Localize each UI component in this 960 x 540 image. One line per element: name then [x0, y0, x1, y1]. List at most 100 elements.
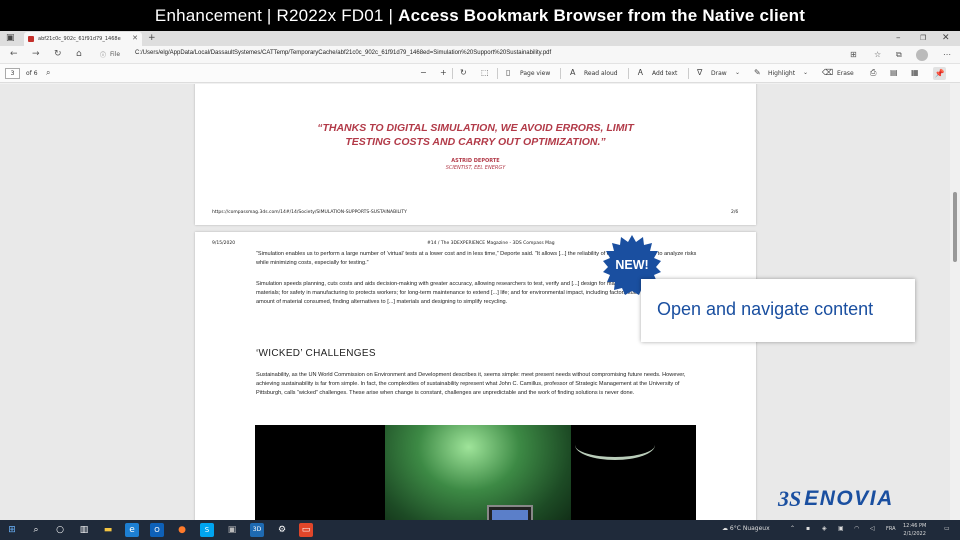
page-number-input[interactable]: 3	[5, 68, 20, 79]
page-footer-number: 2/6	[731, 210, 739, 215]
tab-title: abf21c0c_902c_61f91d79_1468e	[38, 36, 121, 42]
rotate-icon[interactable]: ↻	[460, 68, 467, 78]
maximize-icon[interactable]: ❐	[920, 33, 926, 44]
file-indicator[interactable]: ⓘ File	[100, 50, 120, 59]
quote-affiliation: SCIENTIST, EEL ENERGY	[445, 165, 506, 171]
pdf-file-icon	[28, 36, 34, 42]
title-banner: Enhancement | R2022x FD01 | Access Bookm…	[0, 0, 960, 31]
fit-page-icon[interactable]: ⬚	[481, 68, 489, 78]
erase-icon[interactable]: ⌫	[822, 68, 833, 78]
pdf-toolbar: 3 of 6 ⌕ − + ↻ ⬚ ▯ Page view A Read alou…	[0, 64, 960, 83]
tab-actions-icon[interactable]: ▣	[6, 33, 15, 44]
draw-chevron-down-icon[interactable]: ⌄	[735, 68, 740, 78]
quote-line: “THANKS TO DIGITAL SIMULATION, WE AVOID …	[317, 122, 634, 134]
highlight-button[interactable]: Highlight	[768, 70, 795, 77]
save-icon[interactable]: ▤	[890, 68, 898, 78]
page-header-title: #14 / The 3DEXPERIENCE Magazine - 3DS Co…	[427, 241, 555, 246]
language-indicator[interactable]: FRA	[886, 526, 896, 532]
notification-icon[interactable]: ▭	[944, 525, 950, 532]
erase-button[interactable]: Erase	[837, 70, 854, 77]
draw-button[interactable]: Draw	[711, 70, 727, 77]
embedded-video-image	[255, 425, 696, 520]
scrollbar-thumb[interactable]	[953, 192, 957, 262]
close-tab-icon[interactable]: ✕	[132, 34, 138, 42]
vertical-scrollbar[interactable]	[950, 84, 960, 520]
highlight-chevron-down-icon[interactable]: ⌄	[803, 68, 808, 78]
firefox-icon[interactable]: ●	[175, 523, 189, 537]
print-icon[interactable]: ⎙	[870, 68, 876, 78]
more-menu-icon[interactable]: ⋯	[943, 49, 951, 60]
pdf-page: “THANKS TO DIGITAL SIMULATION, WE AVOID …	[195, 84, 756, 225]
skype-icon[interactable]: S	[200, 523, 214, 537]
draw-icon[interactable]: ∇	[697, 68, 702, 78]
new-tab-icon[interactable]: +	[148, 33, 156, 44]
outlook-icon[interactable]: O	[150, 523, 164, 537]
address-bar: ← → ↻ ⌂ ⓘ File C:/Users/elg/AppData/Loca…	[0, 46, 960, 64]
highlight-icon[interactable]: ✎	[754, 68, 761, 78]
page-view-icon[interactable]: ▯	[506, 68, 510, 78]
body-paragraph: Sustainability, as the UN World Commissi…	[256, 372, 686, 397]
quote-author: ASTRID DEPORTE	[451, 158, 500, 164]
search-icon[interactable]: ⌕	[29, 523, 43, 537]
collections-icon[interactable]: ⧉	[896, 49, 902, 60]
quote-line: TESTING COSTS AND CARRY OUT OPTIMIZATION…	[345, 136, 606, 148]
browser-tab-strip: ▣ abf21c0c_902c_61f91d79_1468e ✕ + – ❐ ✕	[0, 31, 960, 46]
tray-app-icon[interactable]: ▪	[806, 525, 810, 532]
edge-icon[interactable]: e	[125, 523, 139, 537]
start-icon[interactable]: ⊞	[5, 523, 19, 537]
url-field[interactable]: C:/Users/elg/AppData/Local/DassaultSyste…	[135, 50, 551, 56]
favorite-star-icon[interactable]: ☆	[874, 49, 881, 60]
file-explorer-icon[interactable]: ▬	[101, 523, 115, 537]
tray-app-icon[interactable]: ◈	[822, 525, 827, 532]
logo-wordmark: ENOVIA	[804, 487, 894, 510]
enovia-logo: 3S ENOVIA	[778, 486, 894, 512]
tray-chevron-up-icon[interactable]: ⌃	[790, 525, 795, 532]
app-available-icon[interactable]: ⊞	[850, 49, 857, 60]
add-text-button[interactable]: Add text	[652, 70, 677, 77]
widgets-icon[interactable]: ▥	[77, 523, 91, 537]
save-as-icon[interactable]: ▦	[911, 68, 919, 78]
browser-tab[interactable]: abf21c0c_902c_61f91d79_1468e ✕	[24, 32, 142, 46]
volume-icon[interactable]: ◁	[870, 525, 875, 532]
settings-gear-icon[interactable]: ⚙	[275, 523, 289, 537]
weather-widget[interactable]: ☁ 6°C Nuageux	[722, 525, 770, 532]
page-footer-url[interactable]: https://compassmag.3ds.com/14#/14/Societ…	[212, 210, 407, 215]
home-icon[interactable]: ⌂	[76, 49, 82, 60]
add-text-icon[interactable]: Ꭺ	[638, 68, 643, 78]
catia-icon[interactable]: 3D	[250, 523, 264, 537]
app-icon[interactable]: ▣	[225, 523, 239, 537]
cloud-icon: ☁	[722, 525, 728, 532]
file-label: File	[110, 51, 121, 58]
zoom-in-icon[interactable]: +	[440, 68, 447, 78]
wifi-icon[interactable]: ◠	[854, 525, 859, 532]
divider	[688, 68, 689, 79]
clock[interactable]: 12:46 PM 2/1/2022	[903, 522, 926, 538]
divider	[628, 68, 629, 79]
feature-callout: Open and navigate content	[641, 279, 915, 342]
banner-prefix: Enhancement | R2022x FD01 |	[154, 5, 394, 25]
3ds-logo-icon: 3S	[778, 486, 802, 511]
windows-taskbar: ⊞ ⌕ ○ ▥ ▬ e O ● S ▣ 3D ⚙ ▭ ☁ 6°C Nuageux…	[0, 520, 960, 540]
pdf-page: 9/15/2020 #14 / The 3DEXPERIENCE Magazin…	[195, 232, 756, 520]
task-view-icon[interactable]: ○	[53, 523, 67, 537]
refresh-icon[interactable]: ↻	[54, 49, 62, 60]
divider	[560, 68, 561, 79]
divider	[452, 68, 453, 79]
app-red-icon[interactable]: ▭	[299, 523, 313, 537]
forward-icon[interactable]: →	[32, 49, 40, 60]
page-header-date: 9/15/2020	[212, 241, 236, 246]
find-icon[interactable]: ⌕	[46, 68, 50, 78]
pin-toolbar-icon[interactable]: 📌	[933, 67, 946, 80]
light-arc	[575, 430, 655, 460]
minimize-icon[interactable]: –	[896, 33, 901, 44]
clock-time: 12:46 PM	[903, 523, 927, 529]
read-aloud-icon[interactable]: A	[570, 68, 575, 78]
zoom-out-icon[interactable]: −	[420, 68, 427, 78]
close-window-icon[interactable]: ✕	[942, 33, 950, 44]
page-view-button[interactable]: Page view	[520, 70, 550, 77]
profile-avatar[interactable]	[916, 49, 928, 61]
back-icon[interactable]: ←	[10, 49, 18, 60]
read-aloud-button[interactable]: Read aloud	[584, 70, 618, 77]
clock-date: 2/1/2022	[903, 531, 926, 537]
tray-app-icon[interactable]: ▣	[838, 525, 844, 532]
